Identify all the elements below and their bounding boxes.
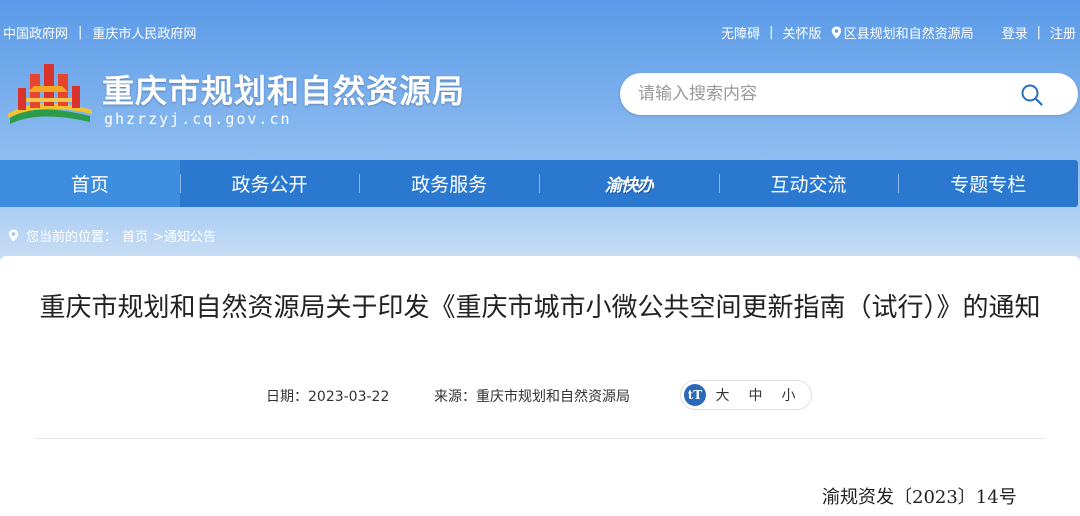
article-card: 重庆市规划和自然资源局关于印发《重庆市城市小微公共空间更新指南（试行）》的通知 … [0, 256, 1080, 516]
nav-item-interaction[interactable]: 互动交流 [718, 160, 899, 207]
register-link[interactable]: 注册 [1050, 23, 1076, 42]
separator: | [769, 25, 774, 40]
location-pin-icon [8, 229, 19, 242]
article-meta: 日期：2023-03-22 来源：重庆市规划和自然资源局 tT 大 中 小 [0, 380, 1080, 410]
top-links-left: 中国政府网 | 重庆市人民政府网 [3, 23, 196, 42]
separator: | [78, 25, 83, 40]
font-size-switcher: tT 大 中 小 [680, 380, 812, 410]
nav-item-gov-services[interactable]: 政务服务 [359, 160, 539, 207]
breadcrumb-current[interactable]: >通知公告 [153, 226, 216, 245]
link-china-gov[interactable]: 中国政府网 [3, 23, 68, 42]
link-cq-gov[interactable]: 重庆市人民政府网 [92, 23, 196, 42]
nav-item-home[interactable]: 首页 [0, 160, 180, 207]
divider [36, 438, 1044, 439]
care-mode-link[interactable]: 关怀版 [783, 23, 822, 42]
yukuaiban-logo-label: 渝快办 [604, 176, 654, 196]
login-link[interactable]: 登录 [1002, 23, 1028, 42]
site-logo-icon[interactable] [4, 58, 94, 128]
article-title: 重庆市规划和自然资源局关于印发《重庆市城市小微公共空间更新指南（试行）》的通知 [39, 293, 1041, 323]
article-date: 日期：2023-03-22 [266, 389, 390, 405]
breadcrumb-prefix: 您当前的位置： [26, 230, 118, 245]
top-links-right: 无障碍 | 关怀版 区县规划和自然资源局 登录 | 注册 [721, 23, 1076, 42]
district-label: 区县规划和自然资源局 [843, 27, 974, 42]
main-nav: 首页 政务公开 政务服务 渝快办 互动交流 专题专栏 [0, 160, 1078, 207]
document-number: 渝规资发〔2023〕14号 [822, 487, 1017, 508]
top-bar: 中国政府网 | 重庆市人民政府网 无障碍 | 关怀版 区县规划和自然资源局 登录… [0, 0, 1080, 62]
location-pin-icon [831, 26, 842, 39]
separator: | [1036, 25, 1041, 40]
accessibility-link[interactable]: 无障碍 [721, 23, 760, 42]
breadcrumb-home-link[interactable]: 首页 [122, 226, 148, 245]
site-domain: ghzrzyj.cq.gov.cn [104, 110, 292, 128]
font-size-icon: tT [684, 384, 706, 406]
search-box [620, 73, 1078, 115]
nav-item-yukuaiban[interactable]: 渝快办 [539, 160, 719, 207]
font-size-small[interactable]: 小 [772, 385, 805, 405]
district-link[interactable]: 区县规划和自然资源局 [831, 23, 974, 42]
nav-item-gov-affairs-open[interactable]: 政务公开 [179, 160, 360, 207]
search-input[interactable] [638, 81, 1018, 107]
search-icon[interactable] [1020, 83, 1044, 107]
site-name[interactable]: 重庆市规划和自然资源局 [102, 66, 465, 112]
nav-item-special-topics[interactable]: 专题专栏 [898, 160, 1078, 207]
font-size-medium[interactable]: 中 [739, 385, 772, 405]
font-size-large[interactable]: 大 [706, 385, 739, 405]
breadcrumb: 您当前的位置： 首页 >通知公告 [8, 226, 216, 245]
article-source: 来源：重庆市规划和自然资源局 [434, 389, 630, 405]
